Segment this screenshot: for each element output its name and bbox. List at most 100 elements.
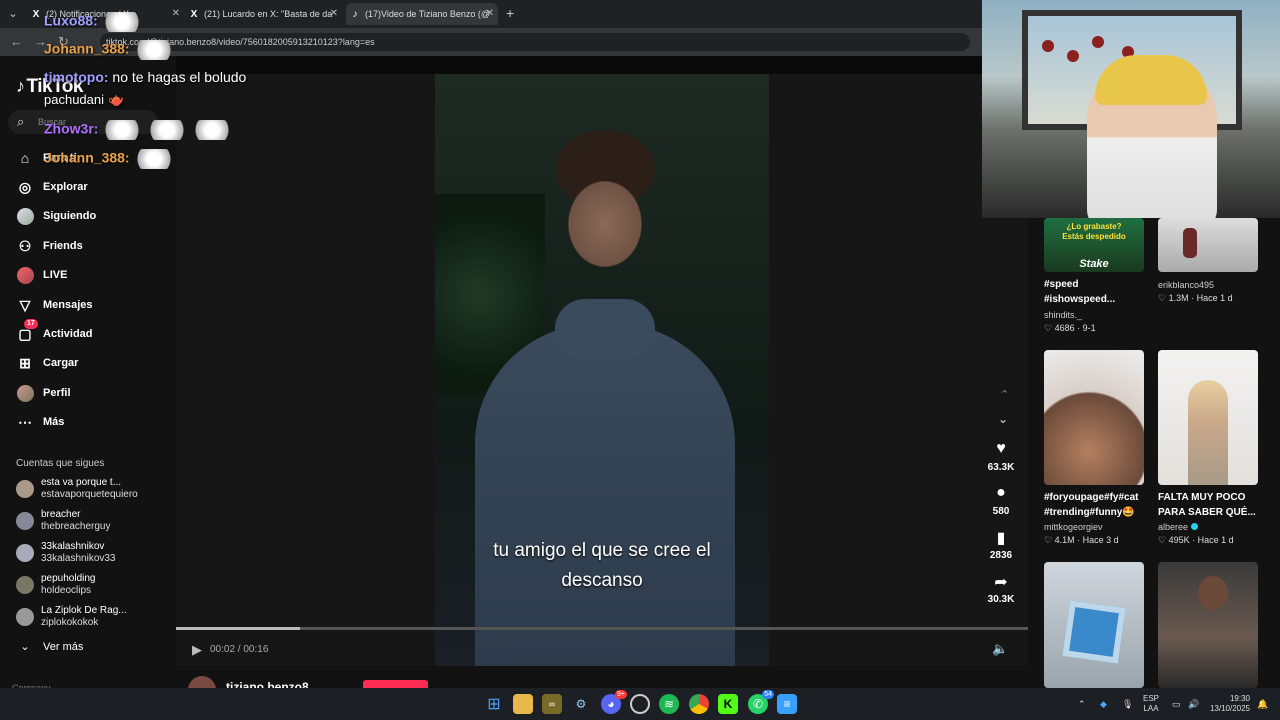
volume-icon[interactable]: 🔈 [992,641,1008,657]
chat-message: timotopo: no te hagas el boludo [44,69,247,85]
following-account[interactable]: esta va porque t... estavaporquetequiero [16,475,138,503]
nav-live[interactable]: LIVE [16,265,67,285]
upload-icon: ⊞ [19,354,31,371]
chat-message: Johann_388: [44,40,175,60]
new-tab-icon[interactable]: + [506,5,514,21]
video-thumbnail[interactable] [1044,562,1144,688]
bookmark-icon: ▮ [996,530,1006,547]
streamer-webcam [982,0,1280,218]
chevron-down-icon: ⌄ [20,641,30,653]
nav-messages[interactable]: ▽ Mensajes [16,295,93,315]
video-thumbnail[interactable] [1044,350,1144,485]
following-account[interactable]: 33kalashnikov 33kalashnikov33 [16,539,116,567]
webcam-streamer-hat [1095,55,1207,105]
tab-tiktok-video[interactable]: ♪ (17)Video de Tiziano Benzo (@ ✕ [346,3,498,25]
profile-icon [16,384,34,402]
app-icon[interactable]: ∞ [542,694,562,714]
thumbnail-text: ¿Lo grabaste? Estás despedido [1062,222,1126,241]
following-icon [16,207,34,225]
previous-video-icon[interactable]: ⌃ [1000,388,1009,401]
whatsapp-icon[interactable]: ✆ 54 [748,690,774,714]
comment-button[interactable]: ● 580 [983,484,1019,517]
activity-badge: 17 [24,319,38,329]
video-subject-neck [555,299,655,359]
discord-icon[interactable]: ◕ 9+ [601,690,627,714]
microphone-icon[interactable]: 🎙 [1122,688,1133,720]
spotify-icon[interactable]: ≋ [659,694,679,714]
live-icon [16,266,34,284]
close-icon[interactable]: ✕ [486,3,494,25]
chat-message: pachudani 🫖 [44,92,125,107]
chat-message: Luxo88: [44,12,143,32]
notepad-icon[interactable]: ≡ [777,694,797,714]
video-title[interactable]: FALTA MUY POCO PARA SABER QUÉ... [1158,490,1256,520]
compass-icon: ◎ [18,178,32,195]
file-explorer-icon[interactable] [513,694,533,714]
network-icon[interactable]: ▭ [1172,688,1181,720]
nav-friends[interactable]: ⚇ Friends [16,236,83,256]
back-icon[interactable]: ← [10,34,23,49]
video-player[interactable]: tu amigo el que se cree el descanso ▶ 00… [176,74,1028,666]
see-more-link[interactable]: ⌄ Ver más [16,640,83,654]
following-account[interactable]: pepuholding holdeoclips [16,571,96,599]
bookmark-button[interactable]: ▮ 2836 [983,528,1019,561]
video-thumbnail[interactable] [1158,218,1258,272]
following-account[interactable]: breacher thebreacherguy [16,507,111,535]
home-icon: ⌂ [20,150,30,166]
nav-explore[interactable]: ◎ Explorar [16,177,88,197]
next-video-icon[interactable]: ⌄ [998,412,1008,426]
video-progress-bar[interactable] [176,627,1028,630]
video-author[interactable]: shindits._ [1044,310,1082,320]
comment-icon: ● [996,484,1006,501]
chrome-icon[interactable] [689,694,709,714]
nav-following[interactable]: Siguiendo [16,206,96,226]
tray-overflow-icon[interactable]: ⌃ [1078,688,1086,720]
nav-activity[interactable]: ▢ 17 Actividad [16,319,93,344]
following-account[interactable]: La Ziplok De Rag... ziplokokokok [16,603,127,631]
steam-icon[interactable]: ⚙ [571,694,591,714]
follow-button[interactable] [363,680,428,688]
video-author[interactable]: alberee [1158,522,1199,532]
play-icon[interactable]: ▶ [192,642,202,658]
message-icon: ▽ [19,296,31,313]
tray-app-icon[interactable]: ◆ [1100,688,1107,720]
heart-outline-icon: ♡ [1158,293,1169,303]
video-author[interactable]: erikblanco495 [1158,280,1214,290]
heart-icon: ♥ [996,440,1006,457]
x-logo-icon: X [190,9,198,20]
notification-icon[interactable]: 🔔 [1257,688,1268,720]
keyboard-language[interactable]: ESP LAA [1143,694,1159,714]
chat-message: Johann_388: [44,149,175,169]
nav-profile[interactable]: Perfil [16,383,71,403]
nav-upload[interactable]: ⊞ Cargar [16,353,78,373]
heart-outline-icon: ♡ [1158,535,1169,545]
author-name[interactable]: tiziano.benzo8 [226,680,309,688]
like-button[interactable]: ♥ 63.3K [983,440,1019,473]
video-thumbnail[interactable] [1158,562,1258,688]
close-icon[interactable]: ✕ [330,3,338,25]
obs-icon[interactable] [630,694,650,714]
video-title[interactable]: #foryoupage#fy#cat #trending#funny🤩 [1044,490,1138,520]
video-thumbnail[interactable] [1158,350,1258,485]
tab-label: (17)Video de Tiziano Benzo (@ [365,9,491,19]
chat-message: Zhow3r: [44,120,234,140]
url-field[interactable]: tiktok.com/@tiziano.benzo8/video/7560182… [100,33,970,51]
avatar [16,608,34,626]
tab-list-icon[interactable]: ⌄ [5,6,21,22]
system-clock[interactable]: 19:30 13/10/2025 [1206,694,1250,714]
video-thumbnail[interactable]: ¿Lo grabaste? Estás despedido Stake [1044,218,1144,272]
tab-lucardo[interactable]: X (21) Lucardo en X: "Basta de da ✕ [188,3,338,25]
video-title[interactable]: #speed #ishowspeed... [1044,277,1115,307]
search-icon: ⌕ [17,114,25,129]
share-button[interactable]: ➦ 30.3K [983,572,1019,605]
kick-icon[interactable]: K [718,694,738,714]
nav-more[interactable]: ⋯ Más [16,412,64,432]
avatar [16,480,34,498]
video-author[interactable]: mittkogeorgiev [1044,522,1103,532]
emote-icon [146,120,189,140]
close-icon[interactable]: ✕ [172,3,180,25]
share-icon: ➦ [994,574,1008,591]
volume-icon[interactable]: 🔊 [1188,688,1199,720]
start-icon[interactable]: ⊞ [484,694,504,714]
author-avatar[interactable] [188,676,216,688]
